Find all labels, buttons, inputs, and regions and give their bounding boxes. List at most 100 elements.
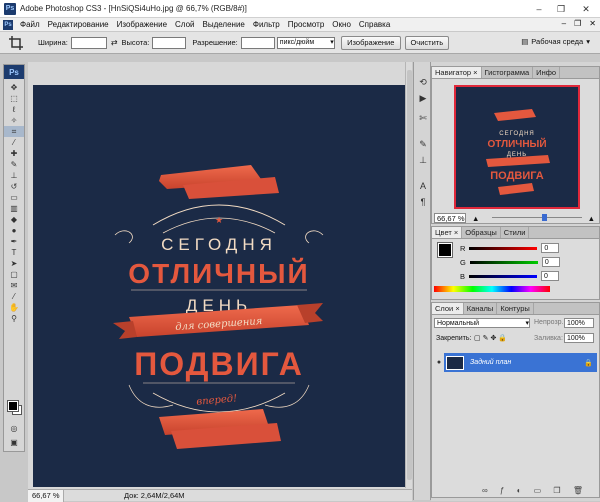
resolution-field[interactable] [240, 36, 275, 49]
layer-row-background[interactable]: ● Задний план 🔒 [434, 353, 597, 372]
quick-mask-icon[interactable]: ◎ [4, 423, 24, 434]
tool-presets-icon[interactable]: ✄ [417, 112, 429, 124]
clear-button[interactable]: Очистить [404, 35, 449, 50]
zoom-in-icon[interactable]: ▲ [588, 214, 595, 223]
zoom-out-icon[interactable]: ▲ [472, 214, 479, 223]
minimize-button[interactable]: – [528, 0, 550, 18]
brushes-icon[interactable]: ✎ [417, 138, 429, 150]
blur-icon[interactable]: ◆ [4, 214, 24, 225]
hand-icon[interactable]: ✋ [4, 302, 24, 313]
menu-view[interactable]: Просмотр [284, 20, 329, 29]
scroll-thumb[interactable] [407, 70, 412, 480]
lock-icons[interactable]: ▢✎✥🔒 [474, 334, 509, 342]
eyedropper2-icon[interactable]: ⁄ [4, 291, 24, 302]
swap-icon[interactable]: ⇄ [111, 38, 118, 47]
screen-mode-icon[interactable]: ▣ [4, 437, 24, 448]
g-slider[interactable] [469, 260, 538, 264]
menu-filter[interactable]: Фильтр [249, 20, 284, 29]
lock-icon: 🔒 [584, 359, 593, 367]
tab-channels[interactable]: Каналы [464, 303, 498, 314]
r-slider[interactable] [469, 246, 538, 250]
healing-brush-icon[interactable]: ✚ [4, 148, 24, 159]
b-value[interactable]: 0 [541, 271, 560, 281]
blend-mode-select[interactable]: Нормальный ▾ [434, 318, 530, 328]
workspace-menu[interactable]: ▤ Рабочая среда ▾ [521, 37, 590, 46]
marquee-icon[interactable]: ⬚ [4, 93, 24, 104]
eraser-icon[interactable]: ▭ [4, 192, 24, 203]
character-icon[interactable]: A [417, 180, 429, 192]
workspace-label: Рабочая среда [531, 37, 584, 46]
toolbox: Ps ✥ ⬚ ℓ ✧ ⌗ ⁄ ✚ ✎ ⊥ ↺ ▭ ▥ ◆ ● ✒ T ➤ ▢ ✉… [3, 64, 25, 452]
height-field[interactable] [152, 36, 187, 49]
eyedropper-icon[interactable]: ⁄ [4, 137, 24, 148]
color-fg-swatch[interactable] [437, 242, 453, 258]
doc-restore-button[interactable]: ❐ [574, 19, 581, 28]
menu-select[interactable]: Выделение [198, 20, 248, 29]
move-icon[interactable]: ✥ [4, 82, 24, 93]
history-icon[interactable]: ⟲ [417, 76, 429, 88]
menu-window[interactable]: Окно [328, 20, 355, 29]
doc-close-button[interactable]: ✕ [589, 19, 596, 28]
gradient-icon[interactable]: ▥ [4, 203, 24, 214]
slider-knob[interactable] [542, 214, 547, 221]
shape-icon[interactable]: ▢ [4, 269, 24, 280]
tab-info[interactable]: Инфо [533, 67, 561, 78]
width-field[interactable] [70, 36, 107, 49]
color-spectrum[interactable] [434, 286, 550, 292]
nav-line2: ОТЛИЧНЫЙ [487, 137, 546, 150]
tab-navigator[interactable]: Навигатор × [432, 67, 482, 78]
color-tabs: Цвет × Образцы Стили [432, 227, 599, 239]
tab-swatches[interactable]: Образцы [462, 227, 501, 238]
type-icon[interactable]: T [4, 247, 24, 258]
tab-styles[interactable]: Стили [501, 227, 530, 238]
maximize-button[interactable]: ❐ [550, 0, 572, 18]
front-image-button[interactable]: Изображение [340, 35, 401, 50]
lasso-icon[interactable]: ℓ [4, 104, 24, 115]
menu-help[interactable]: Справка [355, 20, 394, 29]
layers-footer-icons[interactable]: ∞ ƒ ◐ ▭ ❐ 🗑 [482, 486, 588, 495]
dodge-icon[interactable]: ● [4, 225, 24, 236]
notes-icon[interactable]: ✉ [4, 280, 24, 291]
clone-stamp-icon[interactable]: ⊥ [4, 170, 24, 181]
vertical-scrollbar[interactable] [405, 62, 412, 488]
navigator-zoom-slider[interactable] [492, 214, 582, 221]
pen-icon[interactable]: ✒ [4, 236, 24, 247]
menu-layer[interactable]: Слой [171, 20, 198, 29]
doc-window-controls: – ❐ ✕ [562, 19, 596, 28]
fill-field[interactable]: 100% [564, 333, 594, 343]
b-slider[interactable] [469, 274, 538, 278]
tab-color[interactable]: Цвет × [432, 227, 463, 238]
tab-paths[interactable]: Контуры [497, 303, 534, 314]
menu-edit[interactable]: Редактирование [44, 20, 113, 29]
history-brush-icon[interactable]: ↺ [4, 181, 24, 192]
magic-wand-icon[interactable]: ✧ [4, 115, 24, 126]
g-value[interactable]: 0 [541, 257, 560, 267]
visibility-eye-icon[interactable]: ● [434, 353, 444, 372]
status-zoom-field[interactable]: 66,67 % [28, 489, 64, 502]
actions-icon[interactable]: ▶ [417, 92, 429, 104]
r-value[interactable]: 0 [541, 243, 560, 253]
tab-histogram[interactable]: Гистограмма [482, 67, 534, 78]
navigator-thumbnail[interactable]: СЕГОДНЯ ОТЛИЧНЫЙ ДЕНЬ ПОДВИГА [454, 85, 580, 209]
app-menu-icon[interactable]: Ps [3, 19, 13, 30]
window-controls: – ❐ ✕ [528, 0, 600, 18]
paragraph-icon[interactable]: ¶ [417, 196, 429, 208]
menu-file[interactable]: Файл [16, 20, 44, 29]
crop-icon[interactable]: ⌗ [4, 126, 24, 137]
menu-image[interactable]: Изображение [113, 20, 171, 29]
doc-minimize-button[interactable]: – [562, 19, 566, 28]
zoom-icon[interactable]: ⚲ [4, 313, 24, 324]
opacity-field[interactable]: 100% [564, 318, 594, 328]
crop-tool-preset-icon[interactable] [8, 35, 24, 51]
resolution-units-select[interactable]: пикс/дюйм ▾ [276, 36, 335, 49]
close-button[interactable]: ✕ [572, 0, 600, 18]
tab-layers[interactable]: Слои × [432, 303, 464, 314]
document-canvas[interactable]: ★ СЕГОДНЯ ОТЛИЧНЫЙ ДЕНЬ для совершения П… [33, 85, 405, 487]
nav-line4: ПОДВИГА [490, 170, 544, 182]
path-selection-icon[interactable]: ➤ [4, 258, 24, 269]
foreground-color-swatch[interactable] [7, 400, 19, 412]
navigator-zoom-field[interactable]: 66,67 % [434, 213, 466, 223]
nav-line1: СЕГОДНЯ [499, 131, 535, 137]
brush-icon[interactable]: ✎ [4, 159, 24, 170]
clone-source-icon[interactable]: ⊥ [417, 154, 429, 166]
